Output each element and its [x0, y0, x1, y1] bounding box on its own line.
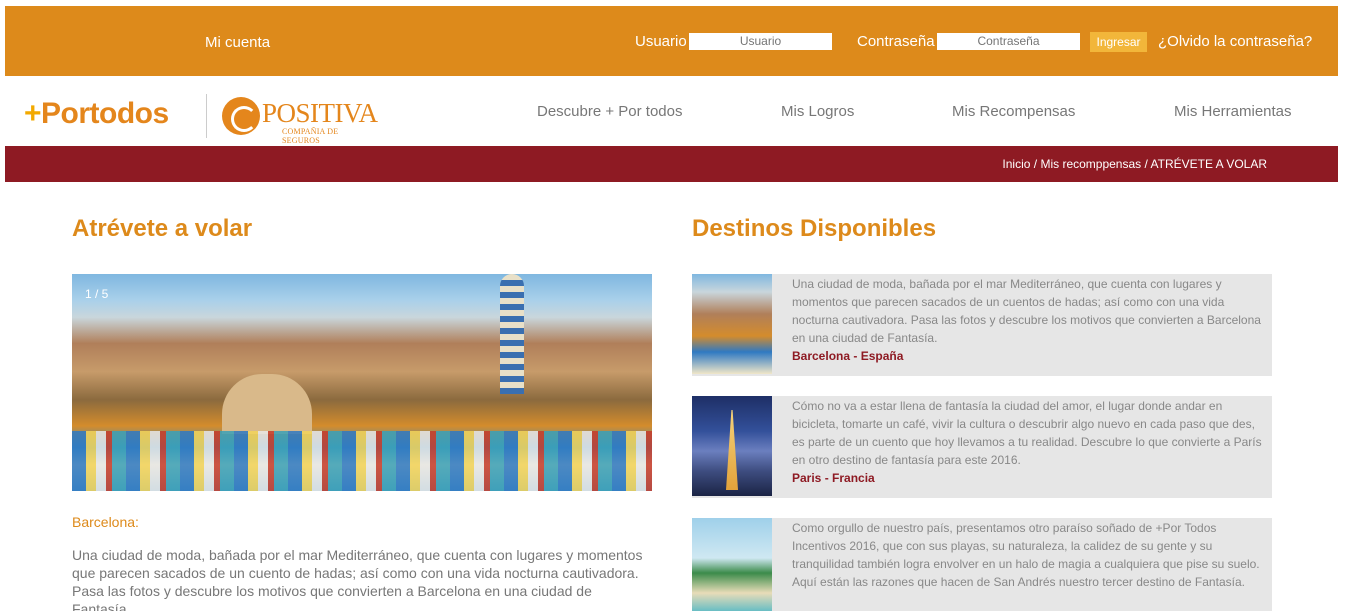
- destination-place[interactable]: Barcelona - España: [792, 347, 1262, 365]
- breadcrumb-sep: /: [1141, 157, 1151, 171]
- password-input[interactable]: [937, 33, 1080, 50]
- top-login-bar: Mi cuenta Usuario Contraseña Ingresar ¿O…: [5, 6, 1338, 76]
- image-slider[interactable]: 1 / 5: [72, 274, 652, 491]
- city-label: Barcelona:: [72, 514, 139, 530]
- destination-card-paris[interactable]: Cómo no va a estar llena de fantasía la …: [692, 396, 1272, 498]
- breadcrumb-section[interactable]: Mis recomppensas: [1040, 157, 1141, 171]
- positiva-emblem-icon: [222, 97, 260, 135]
- destination-thumbnail: [692, 396, 772, 496]
- positiva-logo[interactable]: POSITIVA COMPAÑIA DE SEGUROS: [220, 96, 378, 145]
- breadcrumb-sep: /: [1030, 157, 1041, 171]
- breadcrumb-bar: Inicio / Mis recomppensas / ATRÉVETE A V…: [5, 146, 1338, 182]
- destination-thumbnail: [692, 518, 772, 611]
- nav-descubre[interactable]: Descubre + Por todos: [537, 103, 683, 120]
- breadcrumb-current: ATRÉVETE A VOLAR: [1150, 157, 1267, 171]
- portodos-logo[interactable]: +Portodos: [24, 97, 169, 131]
- positiva-name: POSITIVA: [262, 98, 378, 128]
- username-label: Usuario: [635, 33, 687, 50]
- logo-plus: +: [24, 97, 42, 130]
- login-button[interactable]: Ingresar: [1090, 32, 1147, 52]
- destination-card-barcelona[interactable]: Una ciudad de moda, bañada por el mar Me…: [692, 274, 1272, 376]
- password-label: Contraseña: [857, 33, 935, 50]
- breadcrumb-home[interactable]: Inicio: [1002, 157, 1030, 171]
- destinations-title: Destinos Disponibles: [692, 215, 937, 242]
- logo-text: Portodos: [41, 97, 169, 130]
- nav-mis-logros[interactable]: Mis Logros: [781, 103, 854, 120]
- destination-thumbnail: [692, 274, 772, 374]
- page-title: Atrévete a volar: [72, 215, 253, 242]
- my-account-link[interactable]: Mi cuenta: [205, 34, 270, 51]
- forgot-password-link[interactable]: ¿Olvido la contraseña?: [1158, 33, 1312, 50]
- destination-card-san-andres[interactable]: Como orgullo de nuestro país, presentamo…: [692, 518, 1272, 611]
- destination-description-wrap: Una ciudad de moda, bañada por el mar Me…: [792, 275, 1262, 365]
- logo-divider: [206, 94, 207, 138]
- destination-description: Cómo no va a estar llena de fantasía la …: [792, 399, 1262, 467]
- slide-tower-shape: [500, 274, 524, 394]
- positiva-subtitle: COMPAÑIA DE SEGUROS: [282, 127, 339, 145]
- username-input[interactable]: [689, 33, 832, 50]
- slide-mosaic-shape: [72, 431, 652, 491]
- destination-description-wrap: Cómo no va a estar llena de fantasía la …: [792, 397, 1262, 487]
- destination-description: Como orgullo de nuestro país, presentamo…: [792, 521, 1260, 589]
- breadcrumb: Inicio / Mis recomppensas / ATRÉVETE A V…: [1002, 157, 1267, 171]
- slide-house-shape: [222, 374, 312, 434]
- nav-mis-recompensas[interactable]: Mis Recompensas: [952, 103, 1075, 120]
- slider-counter: 1 / 5: [85, 287, 109, 301]
- destination-description: Una ciudad de moda, bañada por el mar Me…: [792, 277, 1261, 345]
- nav-mis-herramientas[interactable]: Mis Herramientas: [1174, 103, 1292, 120]
- destination-place[interactable]: Paris - Francia: [792, 469, 1262, 487]
- destination-description-wrap: Como orgullo de nuestro país, presentamo…: [792, 519, 1262, 591]
- city-description: Una ciudad de moda, bañada por el mar Me…: [72, 547, 643, 611]
